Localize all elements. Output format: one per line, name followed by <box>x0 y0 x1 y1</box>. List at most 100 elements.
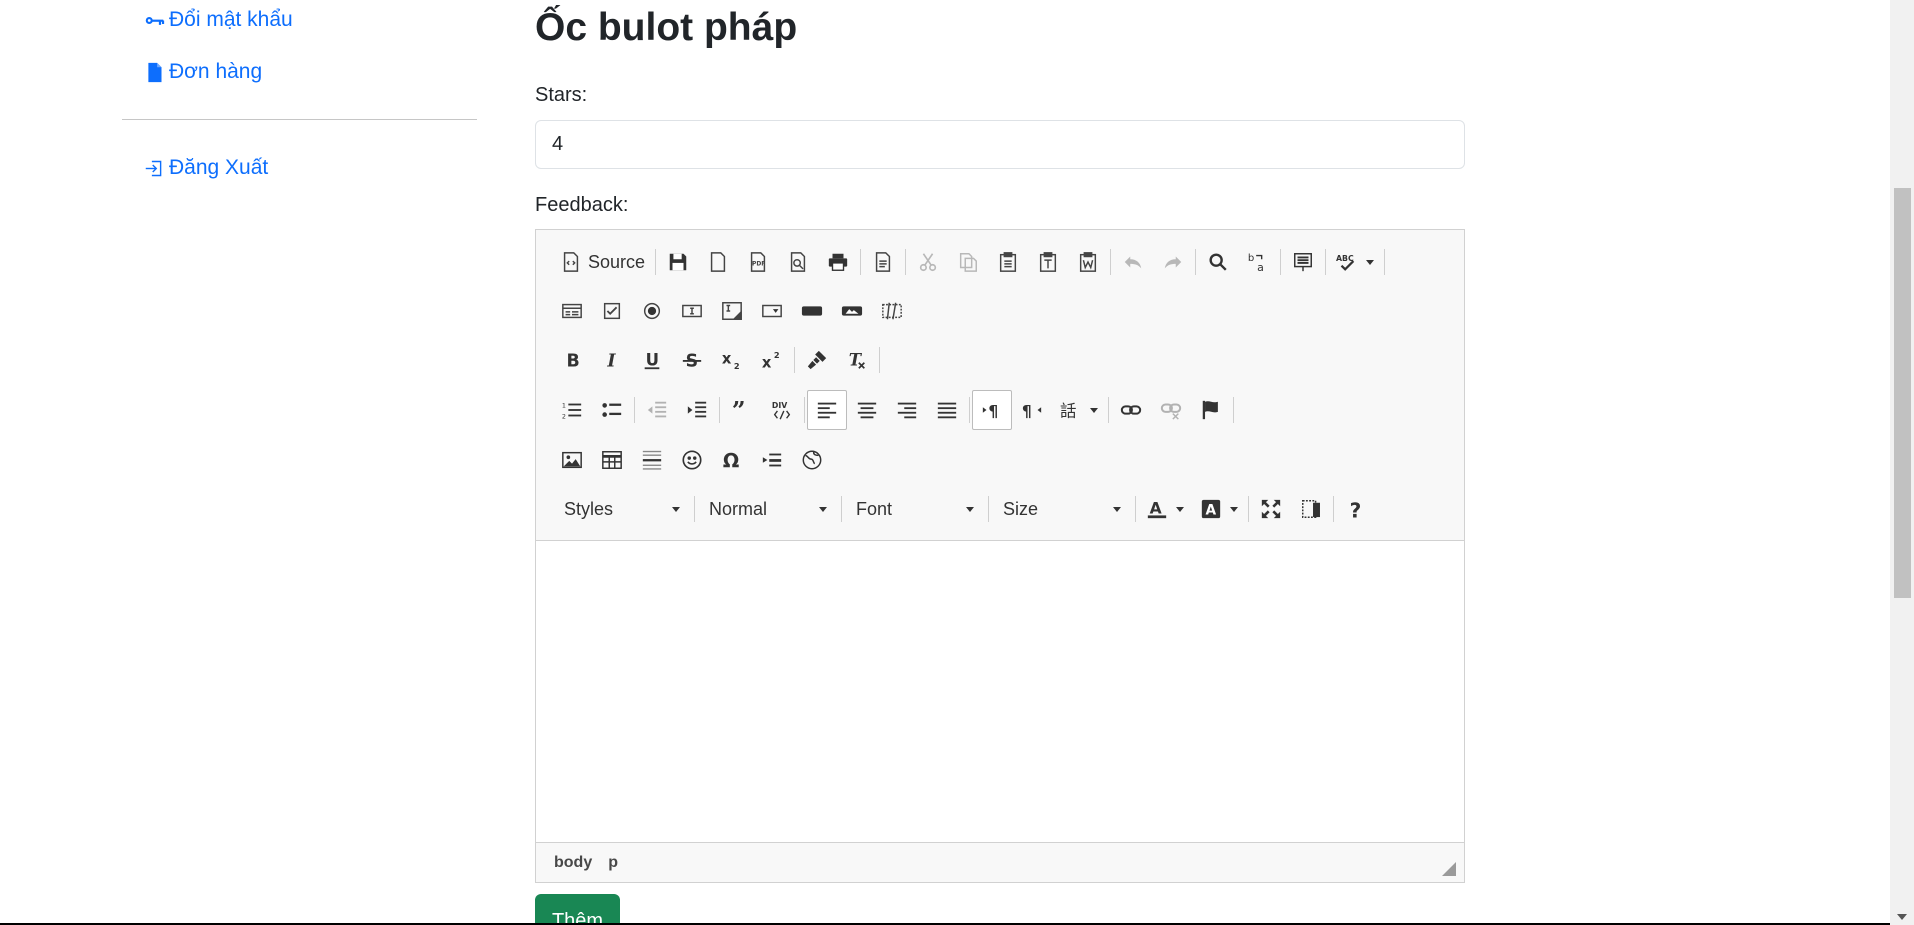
styles-combo[interactable]: Styles <box>552 489 692 529</box>
paste-text-button[interactable] <box>1028 242 1068 282</box>
background-color-icon: A <box>1201 499 1221 519</box>
language-button[interactable]: 話 <box>1052 390 1106 430</box>
text-field-button[interactable] <box>672 291 712 331</box>
stars-label: Stars: <box>535 84 588 106</box>
replace-icon: ba <box>1248 253 1264 273</box>
size-combo[interactable]: Size <box>991 489 1133 529</box>
superscript-icon: x2 <box>762 350 780 371</box>
show-blocks-button[interactable] <box>1291 489 1331 529</box>
subscript-button[interactable]: x2 <box>712 340 752 380</box>
resize-handle-icon[interactable] <box>1442 862 1456 876</box>
image-button[interactable] <box>552 440 592 480</box>
preview-button[interactable] <box>778 242 818 282</box>
div-container-button[interactable]: DIV <box>762 390 802 430</box>
spellcheck-button[interactable]: ABC <box>1328 242 1382 282</box>
anchor-button[interactable] <box>1191 390 1231 430</box>
outdent-button[interactable] <box>637 390 677 430</box>
templates-button[interactable] <box>863 242 903 282</box>
paste-word-icon <box>1079 252 1097 272</box>
bulleted-list-button[interactable] <box>592 390 632 430</box>
rtl-button[interactable]: ¶ <box>1012 390 1052 430</box>
remove-format-button[interactable]: T <box>837 340 877 380</box>
text-color-button[interactable]: A <box>1138 489 1192 529</box>
cut-button[interactable] <box>908 242 948 282</box>
redo-button[interactable] <box>1153 242 1193 282</box>
paste-button[interactable] <box>988 242 1028 282</box>
hidden-field-button[interactable] <box>872 291 912 331</box>
svg-text:1: 1 <box>562 401 566 409</box>
editor-content-area[interactable] <box>536 541 1464 842</box>
bold-button[interactable]: B <box>552 340 592 380</box>
align-center-icon <box>857 402 877 419</box>
numbered-list-button[interactable]: 12 <box>552 390 592 430</box>
stars-input[interactable] <box>535 120 1465 169</box>
justify-button[interactable] <box>927 390 967 430</box>
checkbox-button[interactable] <box>592 291 632 331</box>
orders-link[interactable]: Đơn hàng <box>144 60 262 84</box>
italic-button[interactable]: I <box>592 340 632 380</box>
underline-button[interactable]: U <box>632 340 672 380</box>
iframe-button[interactable] <box>792 440 832 480</box>
change-password-link[interactable]: Đổi mật khẩu <box>144 8 293 32</box>
align-right-button[interactable] <box>887 390 927 430</box>
path-p[interactable]: p <box>608 854 618 872</box>
orders-label: Đơn hàng <box>169 60 263 83</box>
flag-icon <box>1202 400 1218 420</box>
copy-formatting-button[interactable] <box>797 340 837 380</box>
save-icon <box>669 253 687 271</box>
scroll-down-arrow-icon[interactable] <box>1897 914 1907 920</box>
toolbar-row-styles: Styles Normal Font Size A A ? <box>552 489 1376 529</box>
paste-word-button[interactable] <box>1068 242 1108 282</box>
replace-button[interactable]: ba <box>1238 242 1278 282</box>
radio-button[interactable] <box>632 291 672 331</box>
numbered-list-icon: 12 <box>562 401 582 420</box>
find-button[interactable] <box>1198 242 1238 282</box>
save-button[interactable] <box>658 242 698 282</box>
logout-link[interactable]: Đăng Xuất <box>144 156 268 180</box>
link-button[interactable] <box>1111 390 1151 430</box>
page-break-button[interactable] <box>752 440 792 480</box>
feedback-label: Feedback: <box>535 194 629 216</box>
strikethrough-button[interactable]: S <box>672 340 712 380</box>
paintbrush-icon <box>807 350 827 370</box>
button-icon <box>801 306 823 316</box>
print-icon <box>828 253 848 271</box>
scrollbar-thumb[interactable] <box>1894 188 1911 598</box>
align-center-button[interactable] <box>847 390 887 430</box>
select-all-button[interactable] <box>1283 242 1323 282</box>
superscript-button[interactable]: x2 <box>752 340 792 380</box>
about-button[interactable]: ? <box>1336 489 1376 529</box>
subscript-icon: x2 <box>722 351 740 371</box>
source-button[interactable]: Source <box>552 242 653 282</box>
form-button[interactable] <box>552 291 592 331</box>
background-color-button[interactable]: A <box>1192 489 1246 529</box>
align-left-button[interactable] <box>807 390 847 430</box>
copy-button[interactable] <box>948 242 988 282</box>
maximize-button[interactable] <box>1251 489 1291 529</box>
copy-icon <box>959 253 978 272</box>
path-body[interactable]: body <box>554 854 592 872</box>
submit-button[interactable]: Thêm <box>535 894 620 925</box>
font-combo[interactable]: Font <box>844 489 986 529</box>
button-button[interactable] <box>792 291 832 331</box>
page-scrollbar[interactable] <box>1890 0 1914 925</box>
ltr-button[interactable]: ¶ <box>972 390 1012 430</box>
help-icon: ? <box>1350 498 1362 520</box>
format-combo[interactable]: Normal <box>697 489 839 529</box>
blockquote-button[interactable]: ” <box>722 390 762 430</box>
undo-button[interactable] <box>1113 242 1153 282</box>
svg-text:A: A <box>1206 503 1217 519</box>
smiley-button[interactable] <box>672 440 712 480</box>
horizontal-line-button[interactable] <box>632 440 672 480</box>
textarea-button[interactable] <box>712 291 752 331</box>
special-char-button[interactable]: Ω <box>712 440 752 480</box>
indent-button[interactable] <box>677 390 717 430</box>
print-button[interactable] <box>818 242 858 282</box>
export-pdf-button[interactable]: PDF <box>738 242 778 282</box>
globe-icon <box>802 450 822 470</box>
image-button-button[interactable] <box>832 291 872 331</box>
table-button[interactable] <box>592 440 632 480</box>
new-page-button[interactable] <box>698 242 738 282</box>
select-button[interactable] <box>752 291 792 331</box>
unlink-button[interactable] <box>1151 390 1191 430</box>
